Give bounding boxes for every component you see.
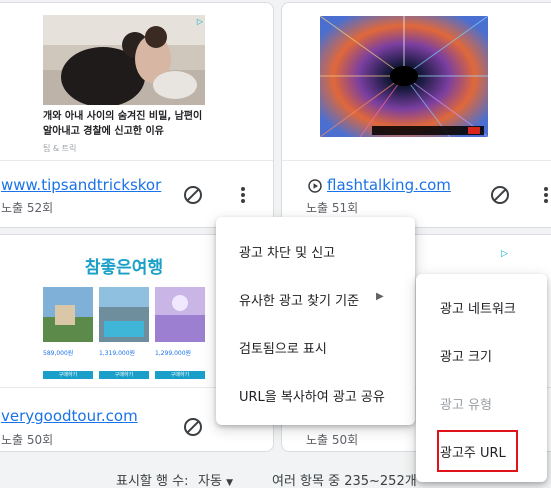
- submenu-item-ad-network[interactable]: 광고 네트워크: [416, 298, 547, 317]
- tour-price: 589,000원: [43, 350, 74, 357]
- block-icon[interactable]: [181, 183, 205, 207]
- ad-domain-link[interactable]: www.tipsandtrickskor: [1, 176, 166, 194]
- ad-creative-image[interactable]: ▷ 개와 아내 사이의 숨겨진 비밀, 남편이 알아내고 경찰에 신고한 이유 …: [43, 15, 205, 153]
- tour-buy-button[interactable]: 구매하기: [43, 371, 93, 379]
- tour-photo: [43, 287, 93, 342]
- menu-item-find-similar[interactable]: 유사한 광고 찾기 기준 ▶: [216, 290, 415, 309]
- highlight-box: [437, 430, 518, 472]
- ad-photo: [43, 15, 205, 107]
- menu-item-mark-reviewed[interactable]: 검토됨으로 표시: [216, 338, 415, 357]
- ad-brand-logo: 참좋은여행: [84, 258, 164, 278]
- find-similar-submenu: 광고 네트워크 광고 크기 광고 유형 광고주 URL: [416, 274, 547, 482]
- tour-buy-button[interactable]: 구매하기: [155, 371, 205, 379]
- ad-creative-image[interactable]: 참좋은여행 589,000원 구매하기 1,319,000원 구매하기 1,29…: [43, 247, 205, 381]
- impressions-count: 노출 51회: [306, 201, 359, 215]
- submenu-item-ad-size[interactable]: 광고 크기: [416, 346, 547, 365]
- impressions-count: 노출 52회: [1, 201, 54, 215]
- rows-per-page-select[interactable]: 자동 ▼: [198, 470, 233, 488]
- impressions-count: 노출 50회: [306, 433, 359, 447]
- ad-domain-link[interactable]: verygoodtour.com: [1, 407, 161, 425]
- ad-headline: 개와 아내 사이의 숨겨진 비밀, 남편이 알아내고 경찰에 신고한 이유: [43, 111, 203, 137]
- menu-item-copy-url-share[interactable]: URL을 복사하여 광고 공유: [216, 386, 415, 405]
- block-icon[interactable]: [181, 415, 205, 439]
- rows-per-page-value: 자동: [198, 474, 222, 488]
- dropdown-arrow-icon: ▼: [226, 478, 233, 488]
- ad-creative-video[interactable]: [319, 15, 489, 138]
- tour-offer-1[interactable]: 589,000원 구매하기: [43, 287, 93, 379]
- card-divider: [282, 160, 551, 161]
- video-play-icon: [307, 178, 323, 194]
- ad-domain-link[interactable]: flashtalking.com: [327, 176, 477, 194]
- tour-offer-2[interactable]: 1,319,000원 구매하기: [99, 287, 149, 379]
- tour-price: 1,319,000원: [99, 350, 136, 357]
- ad-options-menu: 광고 차단 및 신고 유사한 광고 찾기 기준 ▶ 검토됨으로 표시 URL을 …: [216, 217, 415, 425]
- menu-item-find-similar-label: 유사한 광고 찾기 기준: [239, 294, 360, 309]
- tour-offer-3[interactable]: 1,299,000원 구매하기: [155, 287, 205, 379]
- ad-source: 팁 & 트릭: [43, 144, 77, 153]
- impressions-count: 노출 50회: [1, 433, 54, 447]
- tour-buy-button[interactable]: 구매하기: [99, 371, 149, 379]
- ad-card-2[interactable]: flashtalking.com 노출 51회: [281, 2, 551, 228]
- submenu-arrow-icon: ▶: [376, 291, 384, 302]
- ad-card-1[interactable]: ▷ 개와 아내 사이의 숨겨진 비밀, 남편이 알아내고 경찰에 신고한 이유 …: [0, 2, 274, 228]
- block-icon[interactable]: [488, 183, 512, 207]
- rows-per-page-label: 표시할 행 수:: [116, 474, 189, 488]
- more-options-icon[interactable]: [534, 183, 551, 207]
- tour-price: 1,299,000원: [155, 350, 192, 357]
- menu-item-block-report[interactable]: 광고 차단 및 신고: [216, 242, 415, 261]
- tour-photo: [99, 287, 149, 342]
- pagination-range: 여러 항목 중 235~252개: [272, 474, 417, 488]
- card-divider: [0, 160, 273, 161]
- tour-photo: [155, 287, 205, 342]
- more-options-icon[interactable]: [231, 183, 255, 207]
- ad-video-frame: [319, 15, 489, 138]
- submenu-item-ad-type: 광고 유형: [440, 398, 492, 413]
- ad-info-icon[interactable]: ▷: [197, 17, 203, 26]
- ad-info-icon[interactable]: ▷: [501, 249, 508, 259]
